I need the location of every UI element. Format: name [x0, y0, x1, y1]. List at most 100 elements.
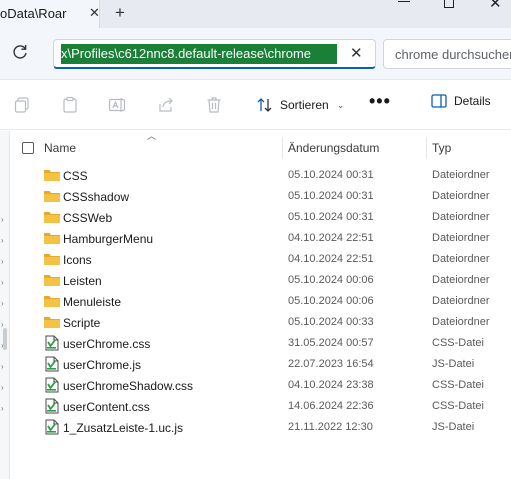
chevron-down-icon: ⌄ — [336, 99, 345, 110]
file-row[interactable]: Icons 04.10.2024 22:51 Dateiordner — [10, 249, 511, 270]
file-name[interactable]: userContent.css — [63, 400, 150, 414]
file-row[interactable]: userContent.css 14.06.2024 22:36 CSS-Datei — [10, 396, 511, 417]
file-name[interactable]: CSS — [63, 169, 88, 183]
file-type: Dateiordner — [432, 190, 490, 202]
file-row[interactable]: userChromeShadow.css 04.10.2024 23:38 CSS-… — [10, 375, 511, 396]
clear-address-icon[interactable]: ✕ — [350, 44, 363, 62]
file-row[interactable]: Scripte 05.10.2024 00:33 Dateiordner — [10, 312, 511, 333]
file-date: 05.10.2024 00:31 — [288, 211, 374, 223]
file-name[interactable]: Icons — [63, 253, 92, 267]
file-type: Dateiordner — [432, 232, 490, 244]
expand-chevron-icon[interactable]: › — [1, 257, 4, 266]
sort-label: Sortieren — [280, 98, 329, 112]
file-row[interactable]: Menuleiste 05.10.2024 00:06 Dateiordner — [10, 291, 511, 312]
file-date: 05.10.2024 00:33 — [288, 316, 374, 328]
browser-tab[interactable]: oData\Roar ✕ — [0, 0, 100, 28]
column-header: ︿ Name Änderungsdatum Typ — [10, 131, 511, 163]
file-date: 04.10.2024 22:51 — [288, 232, 374, 244]
new-tab-button[interactable]: + — [115, 3, 125, 23]
rename-icon[interactable] — [108, 96, 126, 114]
folder-icon — [43, 167, 61, 183]
file-name[interactable]: userChrome.js — [63, 358, 141, 372]
folder-icon — [43, 314, 61, 330]
expand-chevron-icon[interactable]: › — [1, 215, 4, 224]
file-date: 05.10.2024 00:31 — [288, 169, 374, 181]
details-label: Details — [454, 94, 491, 108]
folder-icon — [43, 188, 61, 204]
minimize-icon[interactable] — [398, 1, 410, 2]
column-divider[interactable] — [426, 137, 427, 159]
nav-scrollbar[interactable] — [3, 328, 7, 350]
script-file-icon — [43, 419, 61, 435]
paste-icon[interactable] — [61, 96, 79, 114]
file-date: 05.10.2024 00:06 — [288, 295, 374, 307]
script-file-icon — [43, 335, 61, 351]
sort-ascending-icon: ︿ — [147, 131, 157, 141]
refresh-icon[interactable] — [10, 42, 30, 62]
address-input[interactable]: x\Profiles\c612nnc8.default-release\chro… — [53, 39, 376, 69]
tab-strip: oData\Roar ✕ + ✕ — [0, 0, 511, 28]
folder-icon — [43, 209, 61, 225]
search-placeholder: chrome durchsuchen — [395, 47, 511, 62]
expand-chevron-icon[interactable]: › — [1, 404, 4, 413]
file-date: 04.10.2024 22:51 — [288, 253, 374, 265]
file-type: CSS-Datei — [432, 379, 484, 391]
expand-chevron-icon[interactable]: › — [1, 299, 4, 308]
column-date[interactable]: Änderungsdatum — [288, 141, 379, 155]
file-name[interactable]: Scripte — [63, 316, 100, 330]
tab-title: oData\Roar — [0, 6, 67, 21]
file-row[interactable]: userChrome.js 22.07.2023 16:54 JS-Datei — [10, 354, 511, 375]
file-row[interactable]: CSSshadow 05.10.2024 00:31 Dateiordner — [10, 186, 511, 207]
file-date: 31.05.2024 00:57 — [288, 337, 374, 349]
copy-icon[interactable] — [13, 96, 31, 114]
script-file-icon — [43, 356, 61, 372]
column-type[interactable]: Typ — [432, 141, 451, 155]
address-row: x\Profiles\c612nnc8.default-release\chro… — [0, 28, 511, 80]
file-name[interactable]: HamburgerMenu — [63, 232, 153, 246]
share-icon[interactable] — [157, 96, 175, 114]
file-date: 14.06.2024 22:36 — [288, 400, 374, 412]
column-divider[interactable] — [282, 137, 283, 159]
details-button[interactable]: Details — [431, 94, 491, 108]
expand-chevron-icon[interactable]: › — [1, 383, 4, 392]
navigation-pane[interactable]: › › › › › › › › › › — [0, 131, 10, 479]
select-all-checkbox[interactable] — [22, 142, 34, 154]
file-date: 22.07.2023 16:54 — [288, 358, 374, 370]
sort-button[interactable]: Sortieren ⌄ — [256, 94, 344, 116]
maximize-icon[interactable] — [444, 0, 454, 8]
column-name[interactable]: Name — [44, 141, 76, 155]
file-row[interactable]: Leisten 05.10.2024 00:06 Dateiordner — [10, 270, 511, 291]
file-name[interactable]: Menuleiste — [63, 295, 121, 309]
expand-chevron-icon[interactable]: › — [1, 362, 4, 371]
file-name[interactable]: CSSshadow — [63, 190, 129, 204]
file-date: 05.10.2024 00:31 — [288, 190, 374, 202]
file-name[interactable]: 1_ZusatzLeiste-1.uc.js — [63, 421, 183, 435]
expand-chevron-icon[interactable]: › — [1, 278, 4, 287]
file-row[interactable]: CSSWeb 05.10.2024 00:31 Dateiordner — [10, 207, 511, 228]
delete-icon[interactable] — [205, 96, 223, 114]
file-type: Dateiordner — [432, 316, 490, 328]
file-row[interactable]: HamburgerMenu 04.10.2024 22:51 Dateiordner — [10, 228, 511, 249]
search-input[interactable]: chrome durchsuchen — [383, 39, 511, 69]
file-type: Dateiordner — [432, 295, 490, 307]
address-value[interactable]: x\Profiles\c612nnc8.default-release\chro… — [61, 44, 337, 64]
file-type: Dateiordner — [432, 253, 490, 265]
file-name[interactable]: userChrome.css — [63, 337, 150, 351]
script-file-icon — [43, 398, 61, 414]
file-type: CSS-Datei — [432, 400, 484, 412]
file-name[interactable]: CSSWeb — [63, 211, 112, 225]
file-type: JS-Datei — [432, 358, 475, 370]
folder-icon — [43, 251, 61, 267]
more-options-button[interactable]: ••• — [369, 91, 391, 112]
file-name[interactable]: Leisten — [63, 274, 102, 288]
file-type: Dateiordner — [432, 169, 490, 181]
file-name[interactable]: userChromeShadow.css — [63, 379, 193, 393]
folder-icon — [43, 272, 61, 288]
window-close-icon[interactable]: ✕ — [489, 0, 502, 12]
file-type: CSS-Datei — [432, 337, 484, 349]
file-row[interactable]: userChrome.css 31.05.2024 00:57 CSS-Datei — [10, 333, 511, 354]
expand-chevron-icon[interactable]: › — [1, 236, 4, 245]
tab-close-icon[interactable]: ✕ — [89, 5, 100, 21]
file-row[interactable]: CSS 05.10.2024 00:31 Dateiordner — [10, 165, 511, 186]
file-row[interactable]: 1_ZusatzLeiste-1.uc.js 21.11.2022 12:30 JS… — [10, 417, 511, 438]
